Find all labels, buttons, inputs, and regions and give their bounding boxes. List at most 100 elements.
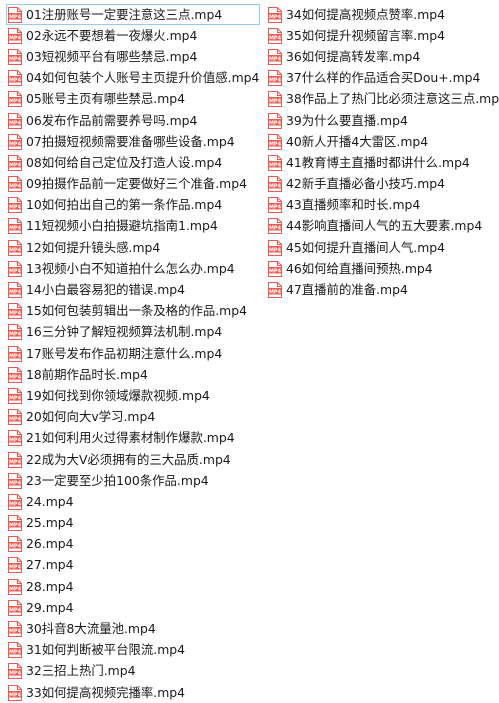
- file-item[interactable]: MP4 43直播频率和时长.mp4: [266, 195, 499, 216]
- file-name: 23一定要至少拍100条作品.mp4: [26, 472, 209, 488]
- file-item[interactable]: MP4 22成为大V必须拥有的三大品质.mp4: [6, 449, 260, 470]
- mp4-file-icon: MP4: [8, 345, 22, 362]
- file-name: 38作品上了热门比必须注意这三点.mp4: [286, 91, 499, 107]
- file-item[interactable]: MP4 21如何利用火过得素材制作爆款.mp4: [6, 428, 260, 449]
- file-name: 32三招上热门.mp4: [26, 663, 136, 679]
- mp4-file-icon: MP4: [8, 599, 22, 616]
- file-item[interactable]: MP4 25.mp4: [6, 513, 260, 534]
- mp4-file-icon: MP4: [268, 6, 282, 23]
- file-name: 19如何找到你领域爆款视频.mp4: [26, 387, 210, 403]
- file-item[interactable]: MP4 12如何提升镜头感.mp4: [6, 237, 260, 258]
- file-item[interactable]: MP4 41教育博主直播时都讲什么.mp4: [266, 152, 499, 173]
- mp4-file-icon: MP4: [268, 197, 282, 214]
- file-item[interactable]: MP4 23一定要至少拍100条作品.mp4: [6, 470, 260, 491]
- icon-badge: MP4: [9, 522, 22, 528]
- file-name: 03短视频平台有哪些禁忌.mp4: [26, 48, 198, 64]
- icon-badge: MP4: [9, 374, 22, 380]
- file-name: 26.mp4: [26, 536, 74, 552]
- icon-badge: MP4: [9, 77, 22, 83]
- file-item[interactable]: MP4 07拍摄短视频需要准备哪些设备.mp4: [6, 131, 260, 152]
- icon-badge: MP4: [269, 77, 282, 83]
- file-item[interactable]: MP4 45如何提升直播间人气.mp4: [266, 237, 499, 258]
- file-item[interactable]: MP4 11短视频小白拍摄避坑指南1.mp4: [6, 216, 260, 237]
- file-name: 34如何提高视频点赞率.mp4: [286, 6, 446, 22]
- file-name: 29.mp4: [26, 599, 74, 615]
- file-item[interactable]: MP4 24.mp4: [6, 491, 260, 512]
- mp4-file-icon: MP4: [268, 70, 282, 87]
- file-item[interactable]: MP4 33如何提高视频完播率.mp4: [6, 682, 260, 703]
- file-item[interactable]: MP4 19如何找到你领域爆款视频.mp4: [6, 385, 260, 406]
- file-item[interactable]: MP4 05账号主页有哪些禁忌.mp4: [6, 89, 260, 110]
- file-item[interactable]: MP4 34如何提高视频点赞率.mp4: [266, 4, 499, 25]
- file-name: 16三分钟了解短视频算法机制.mp4: [26, 324, 223, 340]
- mp4-file-icon: MP4: [8, 197, 22, 214]
- file-item[interactable]: MP4 30抖音8大流量池.mp4: [6, 618, 260, 639]
- file-list-view: MP4 01注册账号一定要注意这三点.mp4 MP4 02永远不要想着一夜爆火.mp4…: [0, 0, 499, 703]
- file-item[interactable]: MP4 32三招上热门.mp4: [6, 661, 260, 682]
- file-name: 46如何给直播间预热.mp4: [286, 260, 433, 276]
- file-item[interactable]: MP4 08如何给自己定位及打造人设.mp4: [6, 152, 260, 173]
- file-name: 22成为大V必须拥有的三大品质.mp4: [26, 451, 231, 467]
- file-item[interactable]: MP4 15如何包装剪辑出一条及格的作品.mp4: [6, 301, 260, 322]
- file-name: 35如何提升视频留言率.mp4: [286, 27, 446, 43]
- mp4-file-icon: MP4: [8, 642, 22, 659]
- file-name: 27.mp4: [26, 557, 74, 573]
- file-item[interactable]: MP4 14小白最容易犯的错误.mp4: [6, 279, 260, 300]
- icon-badge: MP4: [9, 226, 22, 232]
- file-item[interactable]: MP4 26.mp4: [6, 534, 260, 555]
- mp4-file-icon: MP4: [8, 324, 22, 341]
- file-name: 09拍摄作品前一定要做好三个准备.mp4: [26, 176, 247, 192]
- file-item[interactable]: MP4 18前期作品时长.mp4: [6, 364, 260, 385]
- mp4-file-icon: MP4: [8, 472, 22, 489]
- file-item[interactable]: MP4 47直播前的准备.mp4: [266, 279, 499, 300]
- file-name: 06发布作品前需要养号吗.mp4: [26, 112, 198, 128]
- file-item[interactable]: MP4 29.mp4: [6, 597, 260, 618]
- file-item[interactable]: MP4 10如何拍出自己的第一条作品.mp4: [6, 195, 260, 216]
- mp4-file-icon: MP4: [8, 493, 22, 510]
- file-item[interactable]: MP4 27.mp4: [6, 555, 260, 576]
- file-name: 15如何包装剪辑出一条及格的作品.mp4: [26, 303, 247, 319]
- icon-badge: MP4: [269, 120, 282, 126]
- icon-badge: MP4: [9, 99, 22, 105]
- file-item[interactable]: MP4 42新手直播必备小技巧.mp4: [266, 174, 499, 195]
- mp4-file-icon: MP4: [8, 48, 22, 65]
- file-item[interactable]: MP4 46如何给直播间预热.mp4: [266, 258, 499, 279]
- file-item[interactable]: MP4 37什么样的作品适合买Dou+.mp4: [266, 68, 499, 89]
- file-item[interactable]: MP4 06发布作品前需要养号吗.mp4: [6, 110, 260, 131]
- file-item[interactable]: MP4 35如何提升视频留言率.mp4: [266, 25, 499, 46]
- file-name: 17账号发布作品初期注意什么.mp4: [26, 345, 223, 361]
- file-name: 02永远不要想着一夜爆火.mp4: [26, 27, 198, 43]
- file-item[interactable]: MP4 31如何判断被平台限流.mp4: [6, 640, 260, 661]
- mp4-file-icon: MP4: [8, 70, 22, 87]
- icon-badge: MP4: [9, 141, 22, 147]
- icon-badge: MP4: [269, 183, 282, 189]
- file-name: 11短视频小白拍摄避坑指南1.mp4: [26, 218, 218, 234]
- file-item[interactable]: MP4 40新人开播4大雷区.mp4: [266, 131, 499, 152]
- file-item[interactable]: MP4 03短视频平台有哪些禁忌.mp4: [6, 46, 260, 67]
- file-item[interactable]: MP4 28.mp4: [6, 576, 260, 597]
- icon-badge: MP4: [9, 311, 22, 317]
- mp4-file-icon: MP4: [268, 260, 282, 277]
- icon-badge: MP4: [9, 183, 22, 189]
- file-item[interactable]: MP4 02永远不要想着一夜爆火.mp4: [6, 25, 260, 46]
- file-item[interactable]: MP4 39为什么要直播.mp4: [266, 110, 499, 131]
- file-item[interactable]: MP4 20如何向大v学习.mp4: [6, 407, 260, 428]
- file-item[interactable]: MP4 44影响直播间人气的五大要素.mp4: [266, 216, 499, 237]
- mp4-file-icon: MP4: [8, 515, 22, 532]
- file-name: 42新手直播必备小技巧.mp4: [286, 176, 446, 192]
- mp4-file-icon: MP4: [8, 282, 22, 299]
- icon-badge: MP4: [9, 120, 22, 126]
- file-name: 47直播前的准备.mp4: [286, 282, 408, 298]
- icon-badge: MP4: [9, 205, 22, 211]
- file-name: 30抖音8大流量池.mp4: [26, 621, 156, 637]
- file-item[interactable]: MP4 01注册账号一定要注意这三点.mp4: [6, 4, 260, 26]
- file-item[interactable]: MP4 04如何包装个人账号主页提升价值感.mp4: [6, 68, 260, 89]
- mp4-file-icon: MP4: [8, 218, 22, 235]
- file-item[interactable]: MP4 13视频小白不知道拍什么怎么办.mp4: [6, 258, 260, 279]
- file-item[interactable]: MP4 38作品上了热门比必须注意这三点.mp4: [266, 89, 499, 110]
- file-item[interactable]: MP4 09拍摄作品前一定要做好三个准备.mp4: [6, 174, 260, 195]
- file-item[interactable]: MP4 16三分钟了解短视频算法机制.mp4: [6, 322, 260, 343]
- file-item[interactable]: MP4 36如何提高转发率.mp4: [266, 46, 499, 67]
- mp4-file-icon: MP4: [268, 133, 282, 150]
- file-item[interactable]: MP4 17账号发布作品初期注意什么.mp4: [6, 343, 260, 364]
